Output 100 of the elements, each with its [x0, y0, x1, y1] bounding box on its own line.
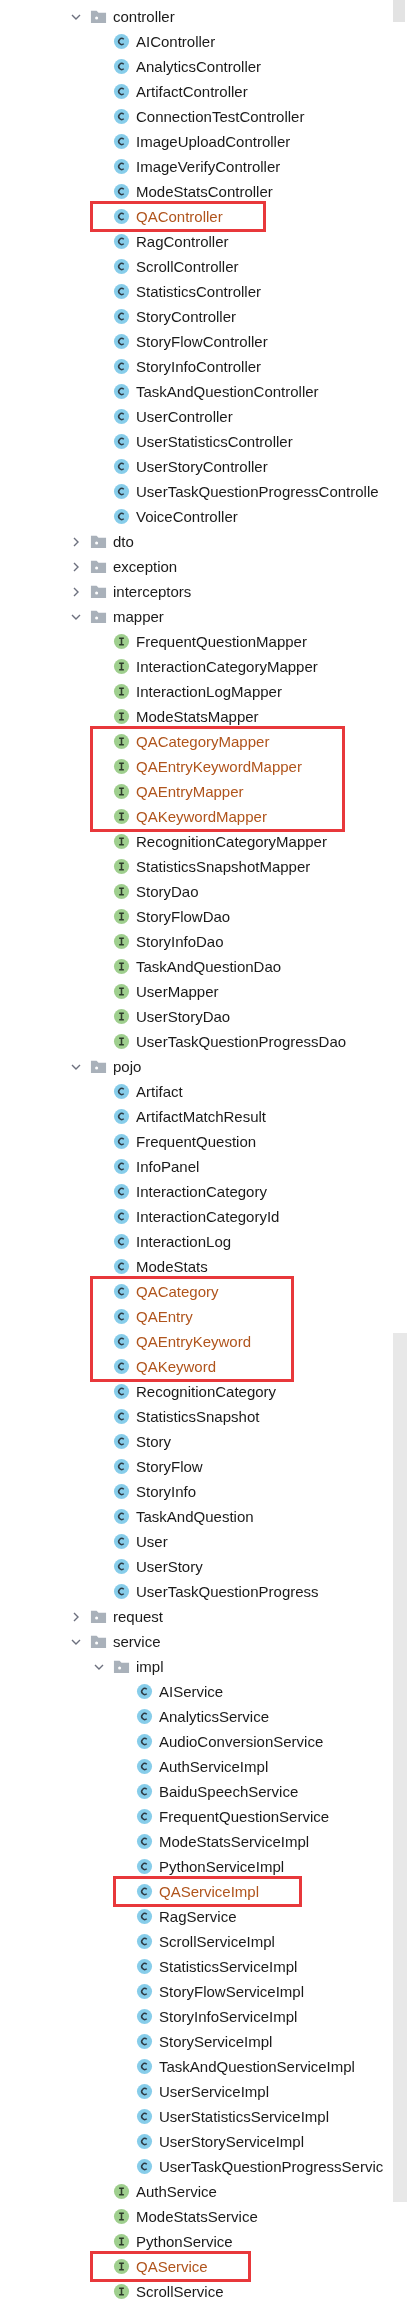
- tree-item[interactable]: StoryController: [136, 308, 237, 325]
- tree-item[interactable]: InteractionLogMapper: [136, 683, 282, 700]
- tree-item[interactable]: AnalyticsController: [136, 58, 262, 75]
- tree-item[interactable]: StoryFlowDao: [136, 908, 231, 925]
- tree-item[interactable]: UserTaskQuestionProgressDao: [136, 1033, 347, 1050]
- tree-item[interactable]: exception: [113, 558, 178, 575]
- tree-item[interactable]: AuthService: [136, 2183, 217, 2200]
- tree-item[interactable]: ModeStats: [136, 1258, 208, 1275]
- tree-item[interactable]: RecognitionCategoryMapper: [136, 833, 327, 850]
- tree-item[interactable]: UserStoryServiceImpl: [159, 2133, 305, 2150]
- tree-item[interactable]: AudioConversionService: [159, 1733, 324, 1750]
- tree-item[interactable]: Artifact: [136, 1083, 183, 1100]
- tree-item[interactable]: ScrollService: [136, 2283, 224, 2300]
- tree-item[interactable]: ImageUploadController: [136, 133, 291, 150]
- tree-item[interactable]: QAEntryMapper: [136, 783, 244, 800]
- tree-item[interactable]: ScrollServiceImpl: [159, 1933, 275, 1950]
- tree-item[interactable]: StoryFlow: [136, 1458, 203, 1475]
- tree-item[interactable]: RagController: [136, 233, 229, 250]
- tree-item[interactable]: StatisticsSnapshotMapper: [136, 858, 311, 875]
- tree-item[interactable]: Story: [136, 1433, 171, 1450]
- tree-item[interactable]: QAKeywordMapper: [136, 808, 267, 825]
- tree-item[interactable]: StoryFlowController: [136, 333, 268, 350]
- tree-item[interactable]: QAEntryKeywordMapper: [136, 758, 302, 775]
- tree-item[interactable]: RecognitionCategory: [136, 1383, 277, 1400]
- tree-item[interactable]: UserStoryController: [136, 458, 268, 475]
- class-icon: [113, 133, 130, 150]
- tree-item[interactable]: AnalyticsService: [159, 1708, 270, 1725]
- tree-item[interactable]: RagService: [159, 1908, 237, 1925]
- tree-item[interactable]: QAServiceImpl: [159, 1883, 260, 1900]
- tree-item[interactable]: controller: [113, 8, 175, 25]
- tree-item[interactable]: ModeStatsController: [136, 183, 273, 200]
- tree-item[interactable]: InteractionCategoryId: [136, 1208, 280, 1225]
- tree-item[interactable]: ModeStatsService: [136, 2208, 258, 2225]
- tree-item[interactable]: UserTaskQuestionProgressControlle: [136, 483, 379, 500]
- tree-item[interactable]: StoryInfoServiceImpl: [159, 2008, 298, 2025]
- tree-item[interactable]: FrequentQuestionMapper: [136, 633, 307, 650]
- tree-item[interactable]: pojo: [113, 1058, 142, 1075]
- tree-item[interactable]: ArtifactController: [136, 83, 248, 100]
- scrollbar-thumb[interactable]: [393, 0, 405, 22]
- tree-item[interactable]: UserController: [136, 408, 233, 425]
- tree-item[interactable]: UserServiceImpl: [159, 2083, 270, 2100]
- tree-item[interactable]: TaskAndQuestion: [136, 1508, 254, 1525]
- tree-item[interactable]: AIService: [159, 1683, 224, 1700]
- class-icon: [136, 1683, 153, 1700]
- tree-item[interactable]: dto: [113, 533, 134, 550]
- tree-item[interactable]: StoryDao: [136, 883, 199, 900]
- tree-item[interactable]: InteractionLog: [136, 1233, 232, 1250]
- folder-icon: [90, 608, 107, 625]
- tree-item[interactable]: UserTaskQuestionProgressServic: [159, 2158, 384, 2175]
- tree-item[interactable]: FrequentQuestionService: [159, 1808, 330, 1825]
- tree-item[interactable]: QAController: [136, 208, 223, 225]
- tree-item[interactable]: QACategory: [136, 1283, 219, 1300]
- tree-item[interactable]: UserStatisticsController: [136, 433, 293, 450]
- tree-item[interactable]: service: [113, 1633, 161, 1650]
- tree-item[interactable]: TaskAndQuestionController: [136, 383, 319, 400]
- tree-item[interactable]: interceptors: [113, 583, 192, 600]
- tree-item[interactable]: request: [113, 1608, 164, 1625]
- tree-item[interactable]: PythonServiceImpl: [159, 1858, 285, 1875]
- tree-item[interactable]: TaskAndQuestionDao: [136, 958, 282, 975]
- tree-item[interactable]: User: [136, 1533, 168, 1550]
- tree-item[interactable]: QACategoryMapper: [136, 733, 270, 750]
- class-icon: [113, 1408, 130, 1425]
- tree-item[interactable]: StoryInfoController: [136, 358, 262, 375]
- tree-item[interactable]: mapper: [113, 608, 164, 625]
- tree-item[interactable]: QAService: [136, 2258, 208, 2275]
- tree-item[interactable]: FrequentQuestion: [136, 1133, 257, 1150]
- class-icon: [136, 2033, 153, 2050]
- tree-item[interactable]: ImageVerifyController: [136, 158, 281, 175]
- tree-item[interactable]: QAEntryKeyword: [136, 1333, 252, 1350]
- tree-item[interactable]: AuthServiceImpl: [159, 1758, 269, 1775]
- tree-item[interactable]: impl: [136, 1658, 164, 1675]
- tree-item[interactable]: VoiceController: [136, 508, 238, 525]
- class-icon: [136, 2133, 153, 2150]
- folder-icon: [90, 1058, 107, 1075]
- tree-item[interactable]: UserStoryDao: [136, 1008, 231, 1025]
- tree-item[interactable]: ModeStatsServiceImpl: [159, 1833, 310, 1850]
- tree-item[interactable]: AIController: [136, 33, 216, 50]
- tree-item[interactable]: QAEntry: [136, 1308, 193, 1325]
- tree-item[interactable]: PythonService: [136, 2233, 233, 2250]
- tree-item[interactable]: UserTaskQuestionProgress: [136, 1583, 319, 1600]
- tree-item[interactable]: BaiduSpeechService: [159, 1783, 299, 1800]
- tree-item[interactable]: StoryInfoDao: [136, 933, 224, 950]
- tree-item[interactable]: InfoPanel: [136, 1158, 200, 1175]
- tree-item[interactable]: UserMapper: [136, 983, 219, 1000]
- tree-item[interactable]: UserStory: [136, 1558, 203, 1575]
- tree-item[interactable]: TaskAndQuestionServiceImpl: [159, 2058, 355, 2075]
- tree-item[interactable]: ArtifactMatchResult: [136, 1108, 267, 1125]
- tree-item[interactable]: StoryServiceImpl: [159, 2033, 273, 2050]
- tree-item[interactable]: StatisticsSnapshot: [136, 1408, 260, 1425]
- tree-item[interactable]: InteractionCategoryMapper: [136, 658, 318, 675]
- tree-item[interactable]: ModeStatsMapper: [136, 708, 259, 725]
- tree-item[interactable]: InteractionCategory: [136, 1183, 267, 1200]
- tree-item[interactable]: StoryFlowServiceImpl: [159, 1983, 305, 2000]
- tree-item[interactable]: QAKeyword: [136, 1358, 217, 1375]
- tree-item[interactable]: UserStatisticsServiceImpl: [159, 2108, 330, 2125]
- tree-item[interactable]: StatisticsController: [136, 283, 262, 300]
- tree-item[interactable]: ConnectionTestController: [136, 108, 305, 125]
- tree-item[interactable]: ScrollController: [136, 258, 239, 275]
- tree-item[interactable]: StoryInfo: [136, 1483, 197, 1500]
- tree-item[interactable]: StatisticsServiceImpl: [159, 1958, 298, 1975]
